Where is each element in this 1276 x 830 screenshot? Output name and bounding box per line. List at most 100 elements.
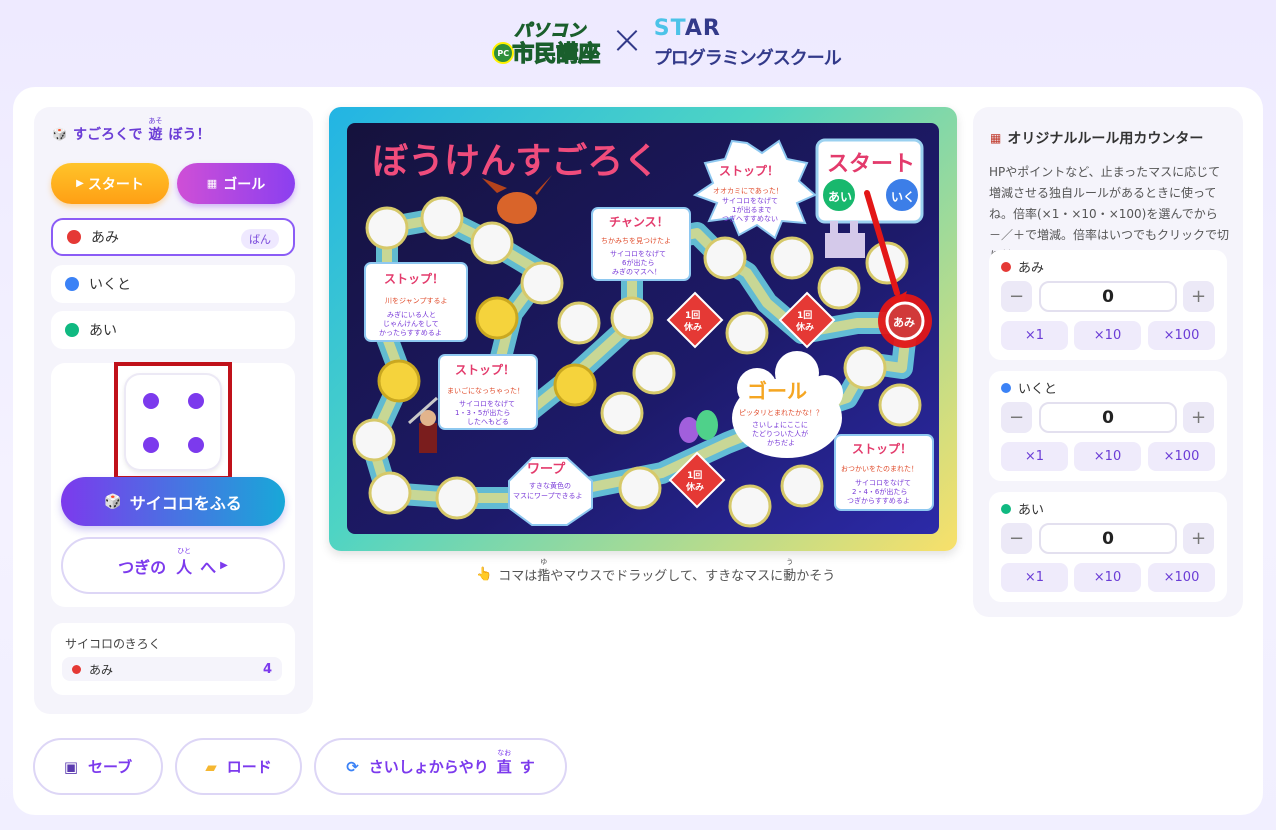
player-name: あい (89, 323, 117, 339)
log-value: 4 (262, 661, 272, 677)
card-text: 川をジャンプするよ (385, 297, 447, 305)
counter-plus-button[interactable]: + (1183, 523, 1214, 554)
card-text: みぎのマスへ！ (612, 267, 661, 276)
board-svg: ぼうけんすごろく スタート あい いく あみ ストップ！ オオカミにであった！ … (347, 123, 939, 534)
checkered-flag-icon: ▦ (206, 177, 218, 190)
reset-label: さいしょからやり なお直す (369, 749, 535, 777)
reset-ruby-text: なお (497, 749, 512, 757)
board-square (365, 206, 409, 250)
card-text: サイコロをなげて (722, 196, 778, 205)
next-ruby-base: 人 (176, 557, 193, 577)
board-square (725, 311, 769, 355)
multiplier-x1-button[interactable]: ×1 (1001, 563, 1068, 592)
player-row-ai[interactable]: あい (51, 311, 295, 349)
counter-minus-button[interactable]: − (1001, 523, 1032, 554)
goal-text: さいしょにここに (752, 421, 808, 429)
counter-player: あみ (1001, 257, 1044, 276)
hint-ruby: ゆび指 (537, 558, 550, 584)
dice-icon: 🎲 (104, 493, 122, 510)
pc-badge: PC (492, 42, 515, 64)
save-button[interactable]: ▣ セーブ (33, 738, 163, 795)
card-text: ちかみちを見つけたよ (601, 237, 671, 245)
save-label: セーブ (88, 758, 133, 776)
log-color-dot (72, 664, 81, 674)
goal-button[interactable]: ▦ ゴール (177, 163, 295, 204)
multiplier-x1-button[interactable]: ×1 (1001, 321, 1068, 350)
multiplier-x10-button[interactable]: ×10 (1074, 321, 1141, 350)
counter-value-field[interactable]: 0 (1039, 402, 1177, 433)
counter-minus-button[interactable]: − (1001, 281, 1032, 312)
player-row-ami[interactable]: あみ ばん (51, 218, 295, 256)
player-row-ikuto[interactable]: いくと (51, 265, 295, 303)
next-post: へ (200, 557, 217, 577)
board-square (470, 221, 514, 265)
card-text: 1・3・5が出たら (455, 408, 510, 417)
dice-log-row: あみ 4 (62, 657, 282, 681)
roll-label: サイコロをふる (129, 493, 242, 513)
board-square (352, 418, 396, 462)
arrow-right-icon: ▶ (220, 560, 228, 571)
board-square (770, 236, 814, 280)
load-button[interactable]: ▰ ロード (175, 738, 302, 795)
refresh-icon: ⟳ (346, 757, 359, 776)
rest-text: 1回 (687, 470, 702, 481)
board-square (520, 261, 564, 305)
turn-badge: ばん (241, 229, 279, 249)
multiplier-x100-button[interactable]: ×100 (1148, 321, 1215, 350)
counter-panel-title: ▦ オリジナルルール用カウンター (990, 128, 1203, 148)
rest-text: 1回 (685, 310, 700, 321)
game-board[interactable]: ぼうけんすごろく スタート あい いく あみ ストップ！ オオカミにであった！ … (347, 123, 939, 534)
card-text: つぎからすすめるよ (847, 496, 910, 505)
card-text: まいごになっちゃった！ (447, 386, 524, 395)
player-color-dot (65, 277, 79, 291)
folder-icon: ▰ (205, 757, 217, 776)
counter-color-dot (1001, 261, 1011, 272)
piece-ami-label: あみ (893, 316, 915, 329)
counter-player: あい (1001, 499, 1044, 518)
play-icon: ▶ (76, 178, 84, 189)
chance-card-title: チャンス！ (609, 215, 669, 229)
goal-title: ゴール (747, 379, 807, 403)
start-button[interactable]: ▶ スタート (51, 163, 169, 204)
counter-color-dot (1001, 382, 1011, 393)
counter-plus-button[interactable]: + (1183, 281, 1214, 312)
next-player-button[interactable]: つぎの ひと人 へ ▶ (61, 537, 285, 594)
piece-ai-label: あい (828, 190, 852, 204)
counter-value-field[interactable]: 0 (1039, 281, 1177, 312)
reset-button[interactable]: ⟳ さいしょからやり なお直す (314, 738, 567, 795)
card-text: 1が出るまで (732, 205, 771, 214)
warp-text: マスにワープできるよ (513, 492, 582, 500)
roll-dice-button[interactable]: 🎲 サイコロをふる (61, 477, 285, 526)
times-symbol: × (610, 17, 644, 63)
multiplier-x100-button[interactable]: ×100 (1148, 563, 1215, 592)
counter-plus-button[interactable]: + (1183, 402, 1214, 433)
board-square (420, 196, 464, 240)
board-square (878, 383, 922, 427)
board-square (557, 301, 601, 345)
multiplier-x100-button[interactable]: ×100 (1148, 442, 1215, 471)
warp-title: ワープ (527, 462, 566, 477)
dice-log-title: サイコロのきろく (65, 637, 161, 651)
next-ruby-text: ひと (177, 546, 192, 555)
reset-post: す (519, 758, 535, 776)
counter-value-field[interactable]: 0 (1039, 523, 1177, 554)
start-text: スタート (827, 152, 915, 177)
card-text: 2・4・6が出たら (852, 487, 907, 496)
title-pre: すごろくで (72, 127, 143, 143)
player-name: いくと (89, 277, 131, 293)
player-color-dot (67, 230, 81, 244)
rest-text: 休み (685, 481, 704, 493)
stop-card-wolf-title: ストップ！ (719, 163, 779, 178)
multiplier-x1-button[interactable]: ×1 (1001, 442, 1068, 471)
goal-text: たどりついた人が (752, 429, 808, 438)
counter-minus-button[interactable]: − (1001, 402, 1032, 433)
hint-ruby-text: ゆび (540, 558, 548, 576)
warp-text: すきな黄色の (529, 481, 571, 490)
hint-post: かそう (796, 569, 836, 584)
card-text: したへもどる (467, 418, 509, 426)
multiplier-x10-button[interactable]: ×10 (1074, 442, 1141, 471)
multiplier-x10-button[interactable]: ×10 (1074, 563, 1141, 592)
board-square (618, 466, 662, 510)
counter-color-dot (1001, 503, 1011, 514)
hint-pre: コマは (498, 569, 538, 584)
